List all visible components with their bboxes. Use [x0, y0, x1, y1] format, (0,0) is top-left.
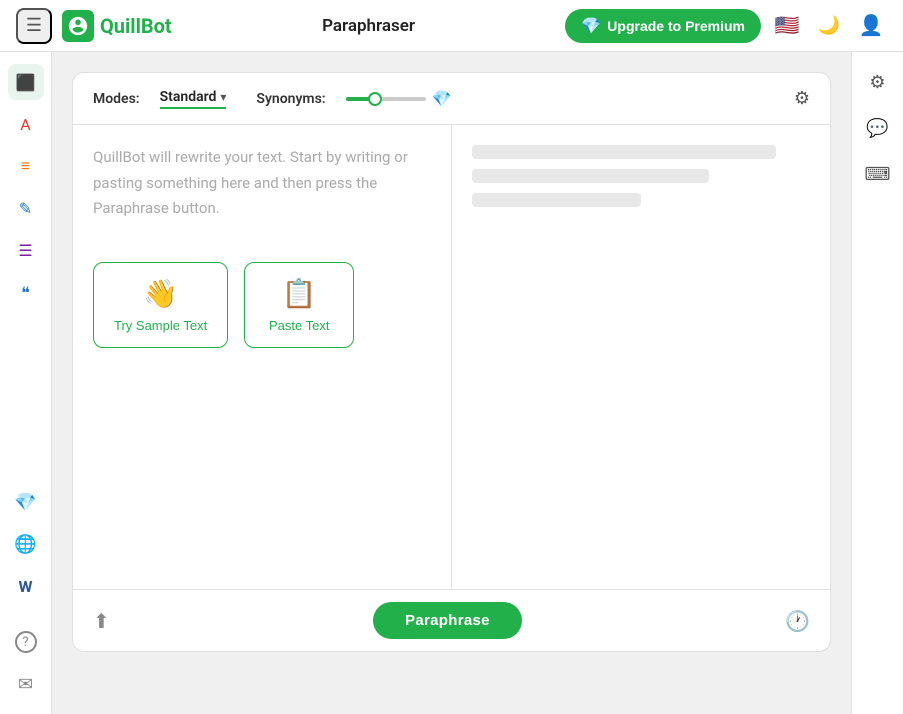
page-title: Paraphraser [322, 16, 415, 36]
right-sidebar-chat[interactable]: 💬 [860, 110, 896, 146]
nav-left: ☰ QuillBot [16, 8, 172, 44]
chat-icon: 💬 [866, 118, 888, 139]
slider-fill [346, 97, 370, 101]
modes-label: Modes: [93, 91, 140, 107]
sidebar-bottom: 💎 🌐 W ? ✉ [8, 484, 44, 702]
sidebar-item-help[interactable]: ? [8, 624, 44, 660]
user-account-button[interactable]: 👤 [855, 10, 887, 42]
summarizer-icon: ≡ [21, 156, 30, 176]
clipboard-icon: 📋 [282, 277, 317, 310]
history-icon[interactable]: 🕐 [785, 609, 810, 633]
gem-icon: 💎 [581, 16, 601, 36]
sidebar-item-translator[interactable]: ☰ [8, 232, 44, 268]
citations-icon: ❝ [21, 283, 30, 302]
help-icon: ? [15, 631, 37, 653]
word-icon: W [19, 577, 33, 596]
settings-icon: ⚙ [869, 72, 885, 93]
wave-hand-icon: 👋 [143, 277, 178, 310]
logo-text: QuillBot [100, 14, 172, 38]
chevron-down-icon: ▾ [220, 90, 226, 104]
settings-button[interactable]: ⚙ [794, 88, 810, 109]
main-card: Modes: Standard ▾ Synonyms: 💎 ⚙ [72, 72, 831, 652]
grammar-icon: A [20, 115, 30, 134]
upload-icon[interactable]: ⬆ [93, 609, 110, 633]
skeleton-line-1 [472, 145, 776, 159]
language-flag-button[interactable]: 🇺🇸 [771, 10, 803, 42]
upgrade-button[interactable]: 💎 Upgrade to Premium [565, 9, 761, 43]
sidebar-item-chrome[interactable]: 🌐 [8, 526, 44, 562]
upgrade-label: Upgrade to Premium [607, 18, 745, 34]
sidebar-item-citations[interactable]: ❝ [8, 274, 44, 310]
sidebar-item-paraphraser[interactable]: ⬛ [8, 64, 44, 100]
output-pane [452, 125, 830, 589]
hamburger-button[interactable]: ☰ [16, 8, 52, 44]
right-sidebar-keyboard[interactable]: ⌨ [860, 156, 896, 192]
translator-icon: ☰ [18, 241, 32, 260]
input-placeholder: QuillBot will rewrite your text. Start b… [93, 145, 431, 222]
skeleton-line-3 [472, 193, 641, 207]
right-sidebar: ⚙ 💬 ⌨ [851, 52, 903, 714]
logo-icon [62, 10, 94, 42]
cowriter-icon: ✎ [19, 199, 32, 218]
keyboard-icon: ⌨ [865, 164, 891, 185]
sidebar-item-mail[interactable]: ✉ [8, 666, 44, 702]
sample-btn-label: Try Sample Text [114, 318, 207, 333]
paste-btn-label: Paste Text [269, 318, 329, 333]
footer-left: ⬆ [93, 609, 110, 633]
premium-slider-icon: 💎 [432, 89, 452, 108]
sidebar-item-summarizer[interactable]: ≡ [8, 148, 44, 184]
skeleton-line-2 [472, 169, 709, 183]
paste-text-button[interactable]: 📋 Paste Text [244, 262, 354, 348]
paraphraser-icon: ⬛ [16, 73, 36, 92]
right-sidebar-settings[interactable]: ⚙ [860, 64, 896, 100]
nav-right: 💎 Upgrade to Premium 🇺🇸 🌙 👤 [565, 9, 887, 43]
synonyms-label: Synonyms: [256, 91, 325, 107]
paraphrase-button[interactable]: Paraphrase [373, 602, 522, 639]
left-sidebar: ⬛ A ≡ ✎ ☰ ❝ 💎 🌐 W [0, 52, 52, 714]
slider-thumb[interactable] [368, 92, 382, 106]
sidebar-item-premium[interactable]: 💎 [8, 484, 44, 520]
top-navigation: ☰ QuillBot Paraphraser 💎 Upgrade to Prem… [0, 0, 903, 52]
mode-value: Standard [160, 89, 217, 105]
nav-center: Paraphraser [184, 16, 554, 36]
mode-selector[interactable]: Standard ▾ [160, 89, 227, 109]
input-pane[interactable]: QuillBot will rewrite your text. Start b… [73, 125, 452, 589]
card-footer: ⬆ Paraphrase 🕐 [73, 589, 830, 651]
synonyms-slider[interactable]: 💎 [346, 89, 452, 108]
content-area: Modes: Standard ▾ Synonyms: 💎 ⚙ [52, 52, 851, 714]
premium-icon: 💎 [14, 492, 36, 513]
card-toolbar: Modes: Standard ▾ Synonyms: 💎 ⚙ [73, 73, 830, 125]
main-layout: ⬛ A ≡ ✎ ☰ ❝ 💎 🌐 W [0, 52, 903, 714]
dark-mode-button[interactable]: 🌙 [813, 10, 845, 42]
try-sample-text-button[interactable]: 👋 Try Sample Text [93, 262, 228, 348]
slider-track [346, 97, 426, 101]
mail-icon: ✉ [18, 674, 33, 695]
sample-buttons: 👋 Try Sample Text 📋 Paste Text [93, 262, 431, 348]
card-body: QuillBot will rewrite your text. Start b… [73, 125, 830, 589]
chrome-icon: 🌐 [14, 534, 36, 555]
sidebar-item-word[interactable]: W [8, 568, 44, 604]
sidebar-item-cowriter[interactable]: ✎ [8, 190, 44, 226]
logo-area: QuillBot [62, 10, 172, 42]
sidebar-item-grammar[interactable]: A [8, 106, 44, 142]
